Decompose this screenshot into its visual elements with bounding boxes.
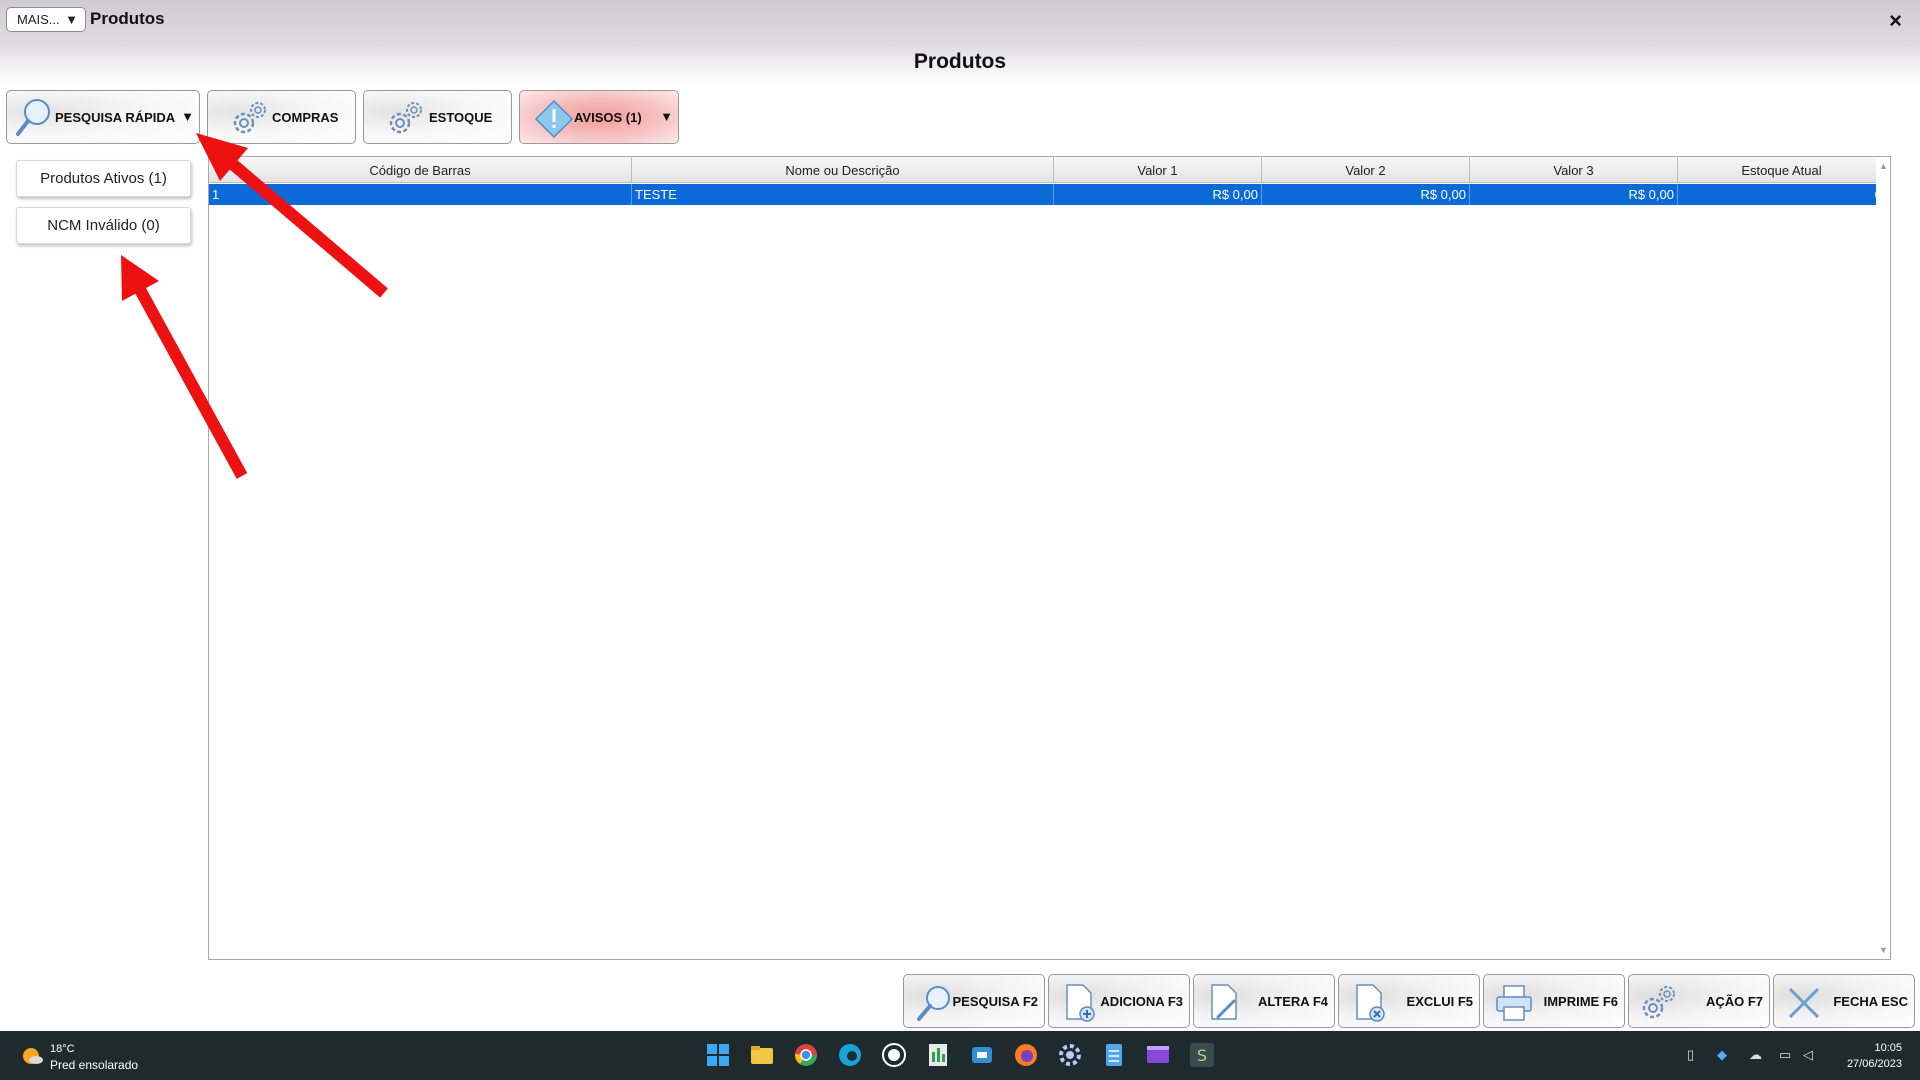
column-header-valor3[interactable]: Valor 3 [1470,157,1678,183]
settings-app-icon[interactable] [1057,1042,1083,1068]
avisos-label: AVISOS (1) [574,110,642,125]
taskbar: 18°C Pred ensolarado S ▯ ◆ ☁ ▭ ◁ 10:05 2… [0,1031,1920,1080]
avisos-button[interactable]: AVISOS (1) ▼ [519,90,679,144]
fecha-button[interactable]: FECHA ESC [1773,974,1915,1028]
chrome-icon[interactable] [793,1042,819,1068]
fecha-label: FECHA ESC [1833,994,1908,1009]
printer-icon [1496,985,1532,1021]
spreadsheet-icon[interactable] [925,1042,951,1068]
acao-button[interactable]: AÇÃO F7 [1628,974,1770,1028]
close-icon [1788,987,1820,1019]
column-header-estoque[interactable]: Estoque Atual [1678,157,1886,183]
video-editor-icon[interactable] [1145,1042,1171,1068]
usb-icon[interactable]: ▯ [1687,1047,1694,1063]
erp-app-icon[interactable]: S [1189,1042,1215,1068]
cell-codigo: 1 [209,184,632,205]
notepad-icon[interactable] [1101,1042,1127,1068]
gear-icon [1642,986,1675,1019]
chevron-down-icon[interactable]: ▼ [181,109,194,124]
weather-description: Pred ensolarado [50,1058,139,1072]
column-header-codigo[interactable]: Código de Barras [209,157,632,183]
security-shield-icon[interactable]: ◆ [1717,1047,1727,1063]
table-row[interactable]: 1 TESTE R$ 0,00 R$ 0,00 R$ 0,00 0 [209,184,1889,205]
table-header: Código de Barras Nome ou Descrição Valor… [209,157,1889,183]
search-icon [16,99,50,136]
cell-valor1: R$ 0,00 [1054,184,1262,205]
search-icon [917,986,950,1021]
delete-document-icon [1356,984,1385,1022]
firefox-icon[interactable] [1013,1042,1039,1068]
acao-label: AÇÃO F7 [1705,994,1763,1009]
file-explorer-icon[interactable] [749,1042,775,1068]
compras-label: COMPRAS [272,110,339,125]
cell-estoque: 0 [1678,184,1886,205]
cell-nome: TESTE [632,184,1054,205]
onedrive-icon[interactable]: ☁ [1749,1047,1762,1063]
compras-button[interactable]: COMPRAS [207,90,356,144]
cell-valor2: R$ 0,00 [1262,184,1470,205]
volume-icon[interactable]: ◁ [1803,1047,1813,1063]
scroll-down-icon[interactable]: ▼ [1879,945,1888,955]
estoque-button[interactable]: ESTOQUE [363,90,512,144]
gear-icon [389,102,422,134]
filter-ncm-invalido[interactable]: NCM Inválido (0) [16,207,191,244]
gear-icon [233,102,266,134]
products-table[interactable]: Código de Barras Nome ou Descrição Valor… [208,156,1891,960]
pesquisa-label: PESQUISA F2 [952,994,1038,1009]
exclui-button[interactable]: EXCLUI F5 [1338,974,1480,1028]
page-title: Produtos [913,50,1007,73]
clock-date[interactable]: 27/06/2023 [1847,1058,1902,1070]
weather-temperature: 18°C [50,1043,75,1055]
add-document-icon [1066,984,1095,1022]
close-window-button[interactable]: × [1889,8,1902,34]
pesquisa-button[interactable]: PESQUISA F2 [903,974,1045,1028]
clock-time[interactable]: 10:05 [1874,1042,1902,1054]
imprime-label: IMPRIME F6 [1543,994,1618,1009]
network-icon[interactable]: ▭ [1779,1047,1791,1063]
windows-start-icon[interactable] [705,1042,731,1068]
edge-icon[interactable] [837,1042,863,1068]
pesquisa-rapida-label: PESQUISA RÁPIDA [55,110,176,125]
adiciona-label: ADICIONA F3 [1100,994,1183,1009]
exclui-label: EXCLUI F5 [1406,994,1473,1009]
title-bar: MAIS... ▼ Produtos × [0,0,1920,40]
pesquisa-rapida-button[interactable]: PESQUISA RÁPIDA ▼ [6,90,200,144]
chevron-down-icon: ▼ [65,12,78,27]
altera-button[interactable]: ALTERA F4 [1193,974,1335,1028]
edit-document-icon [1211,984,1237,1020]
filter-produtos-ativos[interactable]: Produtos Ativos (1) [16,160,191,197]
remote-app-icon[interactable] [969,1042,995,1068]
chevron-down-icon[interactable]: ▼ [660,109,673,124]
svg-text:S: S [1197,1046,1207,1065]
window-title: Produtos [90,9,165,28]
adiciona-button[interactable]: ADICIONA F3 [1048,974,1190,1028]
cell-valor3: R$ 0,00 [1470,184,1678,205]
column-header-valor2[interactable]: Valor 2 [1262,157,1470,183]
weather-sun-icon[interactable] [20,1044,44,1068]
column-header-nome[interactable]: Nome ou Descrição [632,157,1054,183]
mais-menu-button[interactable]: MAIS... ▼ [6,7,86,32]
estoque-label: ESTOQUE [429,110,493,125]
altera-label: ALTERA F4 [1257,994,1328,1009]
column-header-valor1[interactable]: Valor 1 [1054,157,1262,183]
whatsapp-icon[interactable] [881,1042,907,1068]
warning-icon [534,99,574,139]
mais-label: MAIS... [17,12,60,27]
imprime-button[interactable]: IMPRIME F6 [1483,974,1625,1028]
scroll-up-icon[interactable]: ▲ [1879,161,1888,171]
vertical-scrollbar[interactable]: ▲ ▼ [1876,157,1890,959]
